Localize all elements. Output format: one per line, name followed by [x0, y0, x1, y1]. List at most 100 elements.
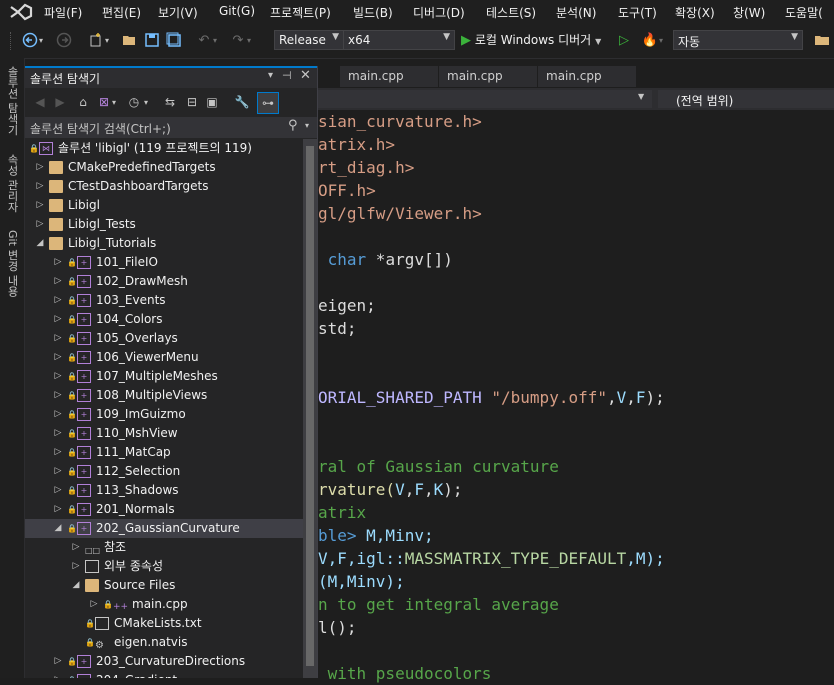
collapsed-icon[interactable]: ▷ [71, 538, 81, 557]
tab-property-manager[interactable]: 속성 관리자 [4, 154, 20, 213]
tree-item[interactable]: ▷ Libigl_Tests [25, 215, 303, 234]
filter-dropdown-icon[interactable]: ▾ [137, 93, 155, 111]
menu-view[interactable]: 보기(V) [158, 4, 198, 21]
tab-main-cpp-1[interactable]: main.cpp [340, 66, 438, 87]
collapsed-icon[interactable]: ▷ [53, 671, 63, 678]
start-without-debug-icon[interactable]: ▷ [614, 30, 634, 50]
collapsed-icon[interactable]: ▷ [53, 367, 63, 386]
close-icon[interactable]: ✕ [300, 68, 311, 83]
tree-item-project[interactable]: ▷ 🔒 +111_MatCap [25, 443, 303, 462]
tree-item[interactable]: ▷ 🔒 ++ main.cpp [25, 595, 303, 614]
collapsed-icon[interactable]: ▷ [35, 215, 45, 234]
code-area[interactable]: sian_curvature.h> atrix.h> rt_diag.h> OFF.h… [318, 110, 834, 683]
tree-item[interactable]: ▷ □□ 참조 [25, 538, 303, 557]
menu-build[interactable]: 빌드(B) [353, 4, 393, 21]
tree-item-project[interactable]: ▷ 🔒 +101_FileIO [25, 253, 303, 272]
tree-item-project[interactable]: ▷ 🔒 +106_ViewerMenu [25, 348, 303, 367]
collapsed-icon[interactable]: ▷ [53, 652, 63, 671]
tree-item-project[interactable]: ◢ 🔒 +202_GaussianCurvature [25, 519, 303, 538]
menu-debug[interactable]: 디버그(D) [413, 4, 465, 21]
configuration-dropdown[interactable]: Release ▼ [274, 30, 344, 50]
menu-file[interactable]: 파일(F) [44, 4, 82, 21]
tree-item-project[interactable]: ▷ 🔒 +113_Shadows [25, 481, 303, 500]
solution-explorer-search[interactable]: 솔루션 탐색기 검색(Ctrl+;) ⚲ ▾ [25, 117, 317, 138]
tree-item[interactable]: 🔒 CMakeLists.txt [25, 614, 303, 633]
menu-analyze[interactable]: 분석(N) [556, 4, 596, 21]
collapsed-icon[interactable]: ▷ [35, 158, 45, 177]
tree-item-project[interactable]: ▷ 🔒+204_Gradient [25, 671, 303, 678]
tree-item-project[interactable]: ▷ 🔒 +203_CurvatureDirections [25, 652, 303, 671]
properties-wrench-icon[interactable]: 🔧 [233, 93, 251, 111]
menu-tools[interactable]: 도구(T) [618, 4, 657, 21]
tree-item-project[interactable]: ▷ 🔒 +112_Selection [25, 462, 303, 481]
tree-item-project[interactable]: ▷ 🔒 +108_MultipleViews [25, 386, 303, 405]
collapsed-icon[interactable]: ▷ [53, 500, 63, 519]
tree-item-project[interactable]: ▷ 🔒 +103_Events [25, 291, 303, 310]
collapsed-icon[interactable]: ▷ [53, 481, 63, 500]
tree-item-project[interactable]: ▷ 🔒 +110_MshView [25, 424, 303, 443]
platform-dropdown[interactable]: x64 ▼ [343, 30, 455, 50]
expanded-icon[interactable]: ◢ [35, 234, 45, 253]
switch-views-dropdown-icon[interactable]: ▾ [105, 93, 123, 111]
collapsed-icon[interactable]: ▷ [53, 329, 63, 348]
tree-item[interactable]: ◢ Source Files [25, 576, 303, 595]
folder-icon[interactable] [812, 30, 832, 50]
tree-item-solution[interactable]: 🔒 ⋈ 솔루션 'libigl' (119 프로젝트의 119) [25, 139, 303, 158]
collapsed-icon[interactable]: ▷ [89, 595, 99, 614]
tree-item-project[interactable]: ▷ 🔒 +107_MultipleMeshes [25, 367, 303, 386]
collapsed-icon[interactable]: ▷ [71, 557, 81, 576]
collapsed-icon[interactable]: ▷ [53, 443, 63, 462]
collapse-all-icon[interactable]: ⊟ [183, 93, 201, 111]
tree-item[interactable]: ▷ CTestDashboardTargets [25, 177, 303, 196]
collapsed-icon[interactable]: ▷ [53, 386, 63, 405]
back-dropdown-icon[interactable]: ▾ [36, 30, 46, 50]
menu-project[interactable]: 프로젝트(P) [270, 4, 331, 21]
start-debug-button[interactable]: ▶ 로컬 Windows 디버거 ▼ [461, 30, 611, 50]
show-all-files-icon[interactable]: ▣ [203, 93, 221, 111]
menu-window[interactable]: 창(W) [733, 4, 765, 21]
collapsed-icon[interactable]: ▷ [53, 424, 63, 443]
search-options-icon[interactable]: ▾ [305, 121, 309, 130]
tree-item[interactable]: ◢ Libigl_Tutorials [25, 234, 303, 253]
search-input[interactable]: 솔루션 탐색기 검색(Ctrl+;) [30, 120, 171, 137]
menu-git[interactable]: Git(G) [219, 4, 255, 18]
tree-item-project[interactable]: ▷ 🔒 +109_ImGuizmo [25, 405, 303, 424]
collapsed-icon[interactable]: ▷ [53, 348, 63, 367]
save-all-icon[interactable] [164, 30, 184, 50]
collapsed-icon[interactable]: ▷ [53, 310, 63, 329]
expanded-icon[interactable]: ◢ [53, 519, 63, 538]
menu-test[interactable]: 테스트(S) [486, 4, 536, 21]
tree-item-project[interactable]: ▷ 🔒 +104_Colors [25, 310, 303, 329]
tree-item-project[interactable]: ▷ 🔒 +105_Overlays [25, 329, 303, 348]
menu-help[interactable]: 도움말( [785, 4, 823, 21]
scope-dropdown[interactable]: (전역 범위) [658, 90, 834, 108]
tree-item[interactable]: ▷ Libigl [25, 196, 303, 215]
menu-edit[interactable]: 편집(E) [102, 4, 141, 21]
tab-main-cpp-3[interactable]: main.cpp [538, 66, 636, 87]
collapsed-icon[interactable]: ▷ [53, 462, 63, 481]
tab-main-cpp-2[interactable]: main.cpp [439, 66, 537, 87]
pin-icon[interactable]: ⊣ [282, 69, 292, 82]
menu-extensions[interactable]: 확장(X) [675, 4, 715, 21]
tree-item-project[interactable]: ▷ 🔒 +201_Normals [25, 500, 303, 519]
collapsed-icon[interactable]: ▷ [35, 196, 45, 215]
collapsed-icon[interactable]: ▷ [53, 291, 63, 310]
auto-dropdown[interactable]: 자동 ▼ [673, 30, 803, 50]
tree-scrollbar-thumb[interactable] [306, 146, 314, 666]
tree-item[interactable]: 🔒 ⚙ eigen.natvis [25, 633, 303, 652]
member-dropdown[interactable]: ▼ [318, 90, 652, 108]
home-icon[interactable]: ⌂ [74, 93, 92, 111]
expanded-icon[interactable]: ◢ [71, 576, 81, 595]
window-options-icon[interactable]: ▾ [268, 70, 273, 81]
tab-git-changes[interactable]: Git 변경 내용 [4, 230, 20, 297]
preview-selected-items-icon[interactable]: ⊶ [257, 92, 279, 114]
sync-icon[interactable]: ⇆ [161, 93, 179, 111]
collapsed-icon[interactable]: ▷ [53, 272, 63, 291]
open-folder-icon[interactable] [120, 30, 140, 50]
search-icon[interactable]: ⚲ [288, 118, 298, 133]
tree-item[interactable]: ▷ CMakePredefinedTargets [25, 158, 303, 177]
tab-solution-explorer[interactable]: 솔루션 탐색기 [4, 66, 20, 136]
tree-item[interactable]: ▷ 외부 종속성 [25, 557, 303, 576]
new-dropdown-icon[interactable]: ▾ [102, 30, 112, 50]
collapsed-icon[interactable]: ▷ [53, 253, 63, 272]
